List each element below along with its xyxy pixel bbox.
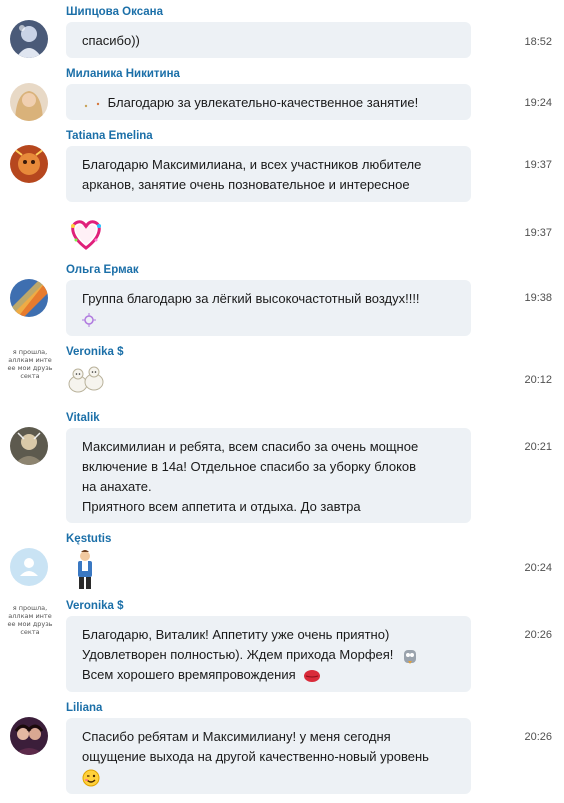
timestamp: 20:12 [524,374,552,386]
message-bubble: Благодарю за увлекательно-качественное з… [66,84,471,120]
message-text: Группа благодарю за лёгкий высокочастотн… [82,291,420,306]
timestamp: 19:24 [524,97,552,109]
sender-name[interactable]: Миланика Никитина [66,68,180,80]
wink-smiley-icon [82,769,100,787]
message-bubble: Благодарю, Виталик! Аппетиту уже очень п… [66,616,471,692]
avatar-text: секта [20,628,40,636]
lambs-sticker[interactable] [66,362,106,401]
sender-name[interactable]: Veronika $ [66,346,124,358]
message-text: включение в 14а! Отдельное спасибо за уб… [82,459,417,474]
message-text-row: Удовлетворен полностью). Ждем прихода Мо… [82,645,455,665]
avatar[interactable] [10,548,48,586]
avatar-text: ее мои друзь [7,364,53,372]
sparkle-icon [82,312,96,327]
message-bubble: Спасибо ребятам и Максимилиану! у меня с… [66,718,471,794]
message-text-row [82,767,455,787]
message-bubble: спасибо)) [66,22,471,58]
avatar-text: аллкам инте [8,356,52,364]
sender-name[interactable]: Veronika $ [66,600,124,612]
timestamp: 19:37 [524,159,552,171]
sender-name[interactable]: Tatiana Emelina [66,130,153,142]
avatar[interactable] [10,279,48,317]
message-text-row: Всем хорошего времяпровождения [82,665,455,685]
avatar-text: ее мои друзь [7,620,53,628]
message-text: Благодарю, Виталик! Аппетиту уже очень п… [82,627,390,642]
heart-sticker[interactable] [66,214,106,257]
timestamp: 20:26 [524,629,552,641]
timestamp: 18:52 [524,36,552,48]
message-text: Благодарю за увлекательно-качественное з… [107,95,419,110]
timestamp: 20:24 [524,562,552,574]
avatar-text: аллкам инте [8,612,52,620]
message-text: ощущение выхода на другой качественно-но… [82,749,429,764]
message-bubble: Группа благодарю за лёгкий высокочастотн… [66,280,471,336]
sender-name[interactable]: Liliana [66,702,102,714]
message-text: на анахате. [82,479,152,494]
message-bubble: Благодарю Максимилиана, и всех участнико… [66,146,471,202]
avatar-text: я прошла, [12,604,48,612]
owl-icon [404,649,417,664]
avatar[interactable]: я прошла, аллкам инте ее мои друзь секта [6,604,54,652]
avatar-text: я прошла, [12,348,48,356]
message-text: Спасибо ребятам и Максимилиану! у меня с… [82,729,391,744]
avatar[interactable]: я прошла, аллкам инте ее мои друзь секта [6,348,54,396]
avatar[interactable] [10,717,48,755]
message-text: Всем хорошего времяпровождения [82,667,296,682]
avatar[interactable] [10,83,48,121]
sender-name[interactable]: Шипцова Оксана [66,6,163,18]
avatar[interactable] [10,427,48,465]
sender-name[interactable]: Ольга Ермак [66,264,139,276]
message-text: арканов, занятие очень позновательное и … [82,177,410,192]
message-text: Приятного всем аппетита и отдыха. До зав… [82,499,361,514]
avatar-text: секта [20,372,40,380]
timestamp: 20:21 [524,441,552,453]
message-text-row: Благодарю за увлекательно-качественное з… [82,93,455,113]
message-bubble: Максимилиан и ребята, всем спасибо за оч… [66,428,471,523]
timestamp: 19:37 [524,227,552,239]
sender-name[interactable]: Kęstutis [66,533,111,545]
message-text: Максимилиан и ребята, всем спасибо за оч… [82,439,419,454]
avatar[interactable] [10,20,48,58]
avatar[interactable] [10,145,48,183]
lips-icon [304,669,321,682]
message-text-row [82,309,455,329]
message-text: спасибо)) [82,33,140,48]
message-text: Благодарю Максимилиана, и всех участнико… [82,157,422,172]
timestamp: 19:38 [524,292,552,304]
sender-name[interactable]: Vitalik [66,412,100,424]
timestamp: 20:26 [524,731,552,743]
sparkle-icon [84,102,100,107]
man-sticker[interactable] [70,549,100,594]
message-text: Удовлетворен полностью). Ждем прихода Мо… [82,647,394,662]
